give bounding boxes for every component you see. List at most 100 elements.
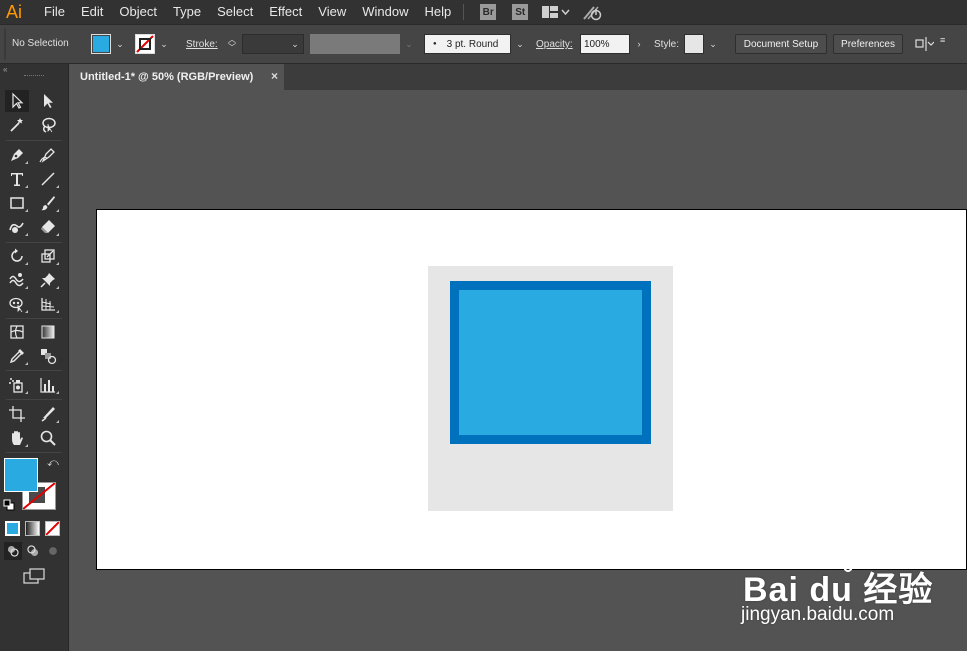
opacity-label[interactable]: Opacity: [536,39,573,50]
menu-window[interactable]: Window [354,0,416,24]
variable-width-profile[interactable] [310,34,400,54]
direct-selection-tool[interactable] [36,90,60,112]
stock-button[interactable]: St [512,4,529,20]
curvature-pen-icon [39,148,55,163]
close-document-icon[interactable]: × [271,69,278,83]
selection-status: No Selection [12,38,69,49]
document-tab-bar: Untitled-1* @ 50% (RGB/Preview) × [70,64,967,90]
menu-type[interactable]: Type [165,0,209,24]
document-setup-button[interactable]: Document Setup [735,34,827,54]
screen-mode-icon [23,568,45,584]
collapse-panel-icon[interactable]: « [3,65,7,74]
change-screen-mode-button[interactable] [20,566,48,586]
perspective-grid-icon [41,298,55,311]
draw-inside-button[interactable] [44,542,62,560]
scale-tool[interactable] [36,245,60,267]
gpu-performance-button[interactable] [582,3,604,21]
menu-file[interactable]: File [36,0,73,24]
control-bar-menu-icon[interactable]: ≡ [940,35,950,49]
rectangle-icon [10,197,24,209]
color-mode-button[interactable] [5,521,20,536]
line-segment-tool[interactable] [36,168,60,190]
menu-object[interactable]: Object [111,0,165,24]
menu-divider [463,4,465,20]
opacity-expand-icon[interactable]: › [632,34,646,54]
tools-divider [6,399,62,400]
stroke-swatch[interactable] [135,34,155,54]
style-chevron-icon[interactable]: ⌄ [706,34,720,54]
shape-builder-icon [9,297,23,313]
stroke-weight-stepper[interactable]: ︿ ﹀ [224,34,240,54]
stroke-dropdown-chevron-icon[interactable]: ⌄ [157,34,171,54]
lasso-tool[interactable] [36,114,60,136]
fill-color-box[interactable] [4,458,38,492]
symbol-sprayer-tool[interactable] [5,374,29,396]
shape-builder-tool[interactable] [5,293,29,315]
draw-normal-button[interactable] [4,542,22,560]
column-graph-tool[interactable] [36,374,60,396]
brush-definition-value: 3 pt. Round [446,38,499,50]
selection-tool[interactable] [5,90,29,112]
tools-divider [6,140,62,141]
blend-tool[interactable] [36,345,60,367]
arrange-align-button[interactable] [912,34,936,54]
fill-swatch[interactable] [91,34,111,54]
none-mode-button[interactable] [45,521,60,536]
arrange-documents-button[interactable] [542,5,570,19]
magic-wand-tool[interactable] [5,114,29,136]
control-bar-grip[interactable] [4,28,6,60]
fill-color-swatch [5,459,37,491]
paintbrush-tool[interactable] [36,192,60,214]
draw-behind-button[interactable] [24,542,42,560]
slice-tool[interactable] [36,403,60,425]
draw-behind-icon [27,545,39,557]
blue-rectangle[interactable] [450,281,651,444]
puppet-warp-tool[interactable] [36,269,60,291]
menu-view[interactable]: View [310,0,354,24]
artboard-tool[interactable] [5,403,29,425]
opacity-input[interactable]: 100% [580,34,630,54]
pen-tool[interactable] [5,144,29,166]
gpu-performance-icon [583,6,602,21]
hand-tool[interactable] [5,427,29,449]
zoom-tool[interactable] [36,427,60,449]
lasso-icon [42,117,56,133]
style-swatch[interactable] [684,34,704,54]
preferences-button[interactable]: Preferences [833,34,903,54]
stroke-label[interactable]: Stroke: [186,39,218,50]
type-tool[interactable] [5,168,29,190]
menu-help[interactable]: Help [416,0,459,24]
symbol-sprayer-icon [9,378,23,393]
tools-divider [6,318,62,319]
curvature-tool[interactable] [36,144,60,166]
swap-fill-stroke-icon[interactable]: ⤺ [47,457,59,470]
rectangle-tool[interactable] [5,192,29,214]
eraser-tool[interactable] [36,216,60,238]
rotate-tool[interactable] [5,245,29,267]
no-stroke-icon [136,35,154,53]
gradient-mode-button[interactable] [25,521,40,536]
tools-divider [6,370,62,371]
brush-chevron-icon[interactable]: ⌄ [513,34,527,54]
opacity-value: 100% [584,38,610,50]
menu-select[interactable]: Select [209,0,261,24]
stroke-weight-chevron-icon[interactable]: ⌄ [288,34,302,54]
perspective-grid-tool[interactable] [36,293,60,315]
bridge-button[interactable]: Br [480,4,497,20]
eyedropper-tool[interactable] [5,345,29,367]
stepper-down-icon[interactable]: ﹀ [228,44,236,52]
gradient-tool[interactable] [36,321,60,343]
default-fill-stroke-icon[interactable] [3,498,15,516]
variable-width-chevron-icon[interactable]: ⌄ [402,34,416,54]
menu-effect[interactable]: Effect [261,0,310,24]
fill-dropdown-chevron-icon[interactable]: ⌄ [113,34,127,54]
width-tool[interactable] [5,269,29,291]
watermark-url: jingyan.baidu.com [741,604,895,625]
panel-grip[interactable] [24,75,44,78]
menu-edit[interactable]: Edit [73,0,111,24]
style-label: Style: [654,39,680,50]
document-tab[interactable]: Untitled-1* @ 50% (RGB/Preview) × [70,64,284,90]
mesh-tool[interactable] [5,321,29,343]
brush-definition-field[interactable]: ● 3 pt. Round [424,34,511,54]
shaper-tool[interactable] [5,216,29,238]
